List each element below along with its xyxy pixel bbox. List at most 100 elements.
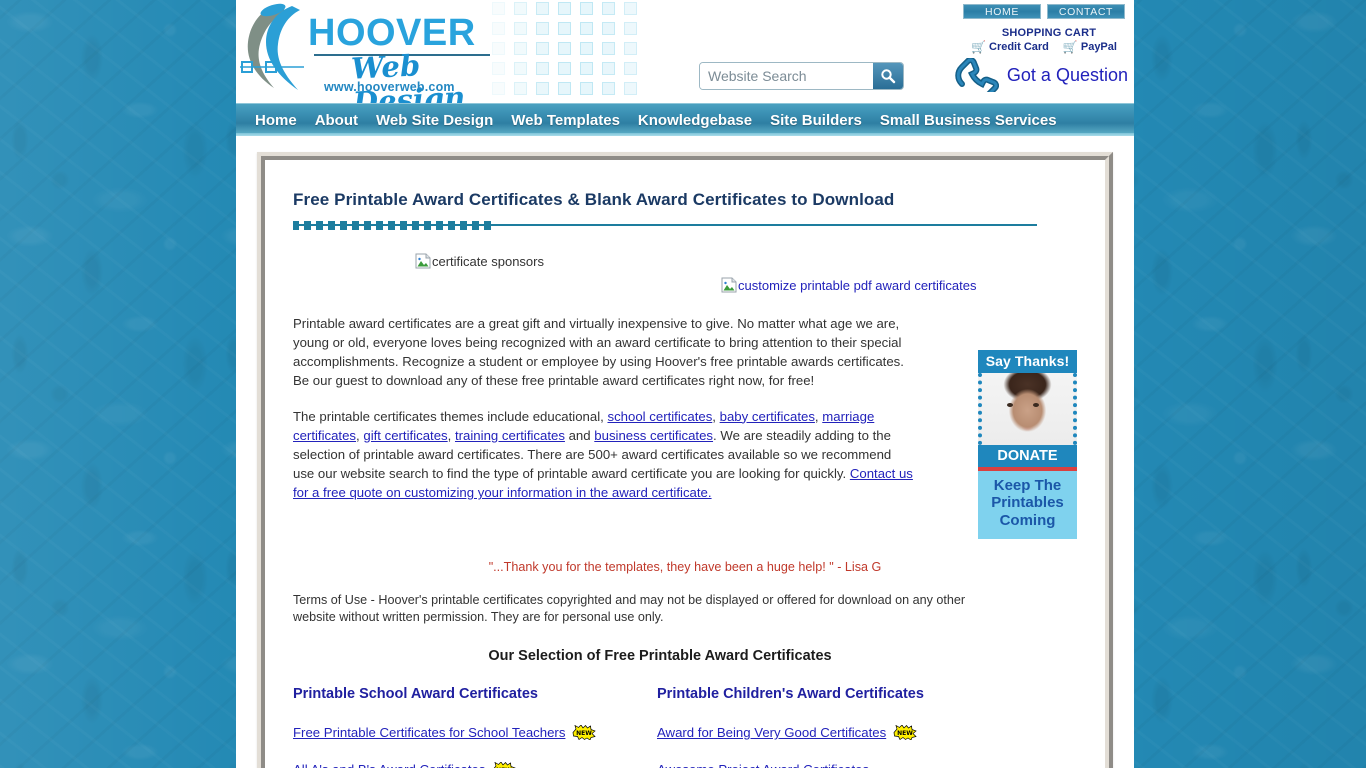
p2-text-1: The printable certificates themes includ…	[293, 408, 608, 424]
decorative-square	[558, 2, 571, 15]
new-badge-icon: NEW	[573, 725, 597, 741]
svg-text:NEW: NEW	[897, 730, 913, 737]
decorative-square	[558, 82, 571, 95]
decorative-square	[536, 22, 549, 35]
decorative-square	[624, 82, 637, 95]
link-business-certificates[interactable]: business certificates	[594, 428, 713, 443]
search-input[interactable]	[700, 63, 873, 89]
top-nav-home[interactable]: HOME	[963, 4, 1041, 19]
decorative-square	[580, 42, 593, 55]
got-a-question-link[interactable]: Got a Question	[1007, 65, 1128, 86]
telephone-icon	[955, 58, 999, 92]
site-search	[699, 62, 904, 90]
nav-web-site-design[interactable]: Web Site Design	[367, 112, 502, 129]
decorative-square	[580, 22, 593, 35]
decorative-square	[602, 2, 615, 15]
page-title: Free Printable Award Certificates & Blan…	[293, 190, 895, 209]
decorative-square	[514, 22, 527, 35]
title-divider-line	[489, 224, 1037, 226]
broken-image-certificate-sponsors: certificate sponsors	[415, 253, 544, 269]
title-divider	[293, 221, 1037, 230]
nav-web-templates[interactable]: Web Templates	[502, 112, 629, 129]
decorative-square	[492, 82, 505, 95]
decorative-square	[624, 62, 637, 75]
column-school-certificates: Printable School Award Certificates Free…	[293, 686, 657, 768]
p2-text-2: ,	[712, 408, 720, 424]
donate-button[interactable]: DONATE	[978, 445, 1077, 471]
nav-site-builders[interactable]: Site Builders	[761, 112, 871, 129]
decorative-square	[492, 62, 505, 75]
nav-about[interactable]: About	[306, 112, 367, 129]
testimonial-quote: "...Thank you for the templates, they ha…	[488, 560, 882, 575]
decorative-square	[492, 22, 505, 35]
cart-credit-card-label: Credit Card	[989, 41, 1049, 53]
phone-cta[interactable]: Got a Question	[955, 58, 1128, 92]
decorative-square	[514, 42, 527, 55]
site-logo[interactable]: HOOVER Web Design www.hooverweb.com	[236, 0, 496, 103]
new-badge-icon: NEW	[494, 762, 516, 768]
column-heading: Printable Children's Award Certificates	[657, 686, 924, 703]
certificate-columns: Printable School Award Certificates Free…	[293, 686, 1077, 768]
new-badge-icon: NEW	[893, 725, 917, 741]
list-item: Awesome Project Award Certificates	[657, 762, 1021, 768]
link-school-certificates[interactable]: school certificates	[607, 409, 712, 424]
broken-image-customize-pdf[interactable]: customize printable pdf award certificat…	[721, 277, 976, 293]
site-header: HOOVER Web Design www.hooverweb.com HOME…	[236, 0, 1134, 103]
nav-home[interactable]: Home	[246, 112, 306, 129]
shopping-cart-icon: 🛒	[1062, 40, 1078, 54]
cart-paypal-link[interactable]: 🛒 PayPal	[1063, 41, 1117, 53]
list-item: Award for Being Very Good Certificates N…	[657, 725, 1021, 741]
paragraph-intro: Printable award certificates are a great…	[293, 316, 904, 389]
svg-text:NEW: NEW	[577, 730, 593, 737]
link-baby-certificates[interactable]: baby certificates	[720, 409, 815, 424]
decorative-square	[580, 2, 593, 15]
decorative-square	[624, 2, 637, 15]
column-children-certificates: Printable Children's Award Certificates …	[657, 686, 1021, 768]
article-body: Printable award certificates are a great…	[293, 314, 913, 502]
donate-say-thanks-label: Say Thanks!	[978, 350, 1077, 373]
decorative-square	[492, 2, 505, 15]
decorative-square	[514, 82, 527, 95]
nav-small-business-services[interactable]: Small Business Services	[871, 112, 1066, 129]
cert-link-teachers[interactable]: Free Printable Certificates for School T…	[293, 725, 565, 740]
decorative-square	[602, 62, 615, 75]
shopping-cart-icon: 🛒	[971, 40, 986, 54]
list-item: All A's and B's Award Certificates NEW	[293, 762, 657, 768]
broken-image-alt-text: customize printable pdf award certificat…	[738, 277, 977, 293]
nav-knowledgebase[interactable]: Knowledgebase	[629, 112, 761, 129]
broken-image-icon	[415, 253, 431, 269]
cert-link-very-good[interactable]: Award for Being Very Good Certificates	[657, 725, 886, 740]
search-button[interactable]	[873, 63, 903, 89]
cert-link-all-as-bs[interactable]: All A's and B's Award Certificates	[293, 762, 485, 768]
cert-link-awesome-project[interactable]: Awesome Project Award Certificates	[657, 762, 869, 768]
decorative-square	[602, 22, 615, 35]
cart-credit-card-link[interactable]: 🛒 Credit Card	[971, 41, 1049, 53]
broken-image-icon	[721, 277, 737, 293]
shopping-cart-label: SHOPPING CART	[1001, 27, 1097, 39]
logo-swoosh-icon	[240, 3, 304, 90]
p2-text-6: and	[564, 427, 595, 443]
decorative-square	[492, 42, 505, 55]
decorative-square	[558, 22, 571, 35]
logo-subtitle-text: Web Design	[350, 48, 467, 103]
cart-paypal-label: PayPal	[1080, 41, 1117, 53]
sponsor-images-row: certificate sponsors customize printable…	[293, 252, 1077, 314]
top-nav: HOME CONTACT	[963, 4, 1125, 19]
site-wrapper: HOOVER Web Design www.hooverweb.com HOME…	[236, 0, 1134, 768]
decorative-square	[624, 22, 637, 35]
paragraph-themes: The printable certificates themes includ…	[293, 407, 913, 503]
main-navigation: Home About Web Site Design Web Templates…	[236, 103, 1134, 136]
decorative-square	[558, 42, 571, 55]
header-decorative-squares	[492, 2, 692, 102]
p2-text-5: ,	[447, 427, 455, 443]
link-gift-certificates[interactable]: gift certificates	[363, 428, 447, 443]
shopping-cart-links: 🛒 Credit Card 🛒 PayPal	[964, 41, 1124, 53]
top-nav-contact[interactable]: CONTACT	[1047, 4, 1125, 19]
donate-widget: Say Thanks! DONATE Keep The Printables C…	[978, 350, 1077, 539]
terms-of-use-text: Terms of Use - Hoover's printable certif…	[293, 593, 966, 625]
link-training-certificates[interactable]: training certificates	[455, 428, 565, 443]
decorative-square	[514, 2, 527, 15]
decorative-square	[580, 62, 593, 75]
selection-heading: Our Selection of Free Printable Award Ce…	[488, 648, 832, 665]
decorative-square	[602, 42, 615, 55]
